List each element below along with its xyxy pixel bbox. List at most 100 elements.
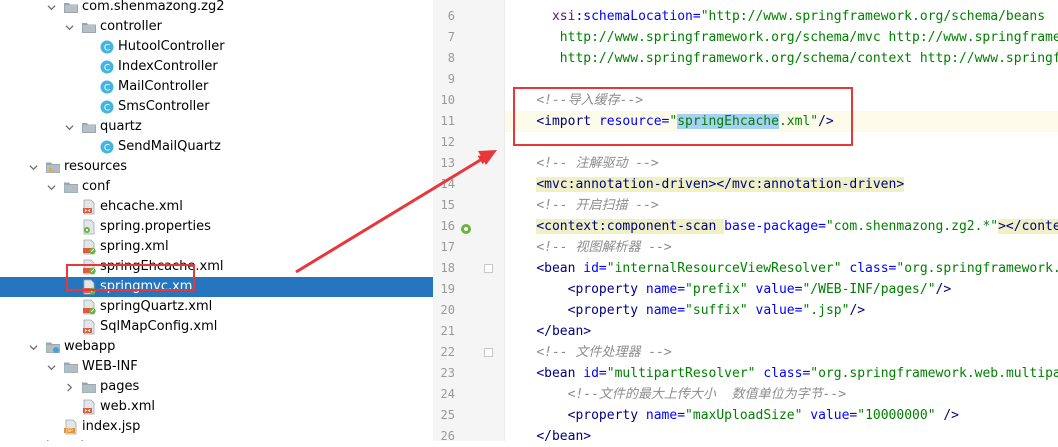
code-line[interactable]: <bean id="internalResourceViewResolver" … xyxy=(505,258,1058,279)
tree-item[interactable]: WEB-INF xyxy=(0,357,433,377)
web-folder-icon xyxy=(45,339,61,355)
code-token: id= xyxy=(583,261,607,276)
package-icon xyxy=(63,0,79,15)
tree-item[interactable]: webapp xyxy=(0,337,433,357)
code-line[interactable]: <property name="maxUploadSize" value="10… xyxy=(505,405,1058,426)
code-line[interactable]: xsi:schemaLocation="http://www.springfra… xyxy=(505,6,1058,27)
code-line[interactable] xyxy=(505,69,1058,90)
class-icon: C xyxy=(99,139,115,155)
folder-icon xyxy=(63,179,79,195)
code-editor[interactable]: xsi:schemaLocation="http://www.springfra… xyxy=(505,0,1058,441)
code-line[interactable]: </bean> xyxy=(505,426,1058,441)
package-icon xyxy=(81,19,97,35)
code-token: id= xyxy=(583,366,607,381)
code-line[interactable]: <import resource="springEhcache.xml"/> xyxy=(505,111,1058,132)
tree-item[interactable]: C SmsController xyxy=(0,97,433,117)
code-line[interactable]: <property name="prefix" value="/WEB-INF/… xyxy=(505,279,1058,300)
chevron-right-icon[interactable] xyxy=(63,381,75,393)
chevron-down-icon[interactable] xyxy=(45,1,57,13)
tree-item[interactable]: springmvc.xml xyxy=(0,277,433,297)
tree-item[interactable]: com.shenmazong.zg2 xyxy=(0,0,433,17)
tree-item-label: target xyxy=(46,437,86,441)
code-line[interactable]: <!--文件的最大上传大小 数值单位为字节--> xyxy=(505,384,1058,405)
tree-item-label: resources xyxy=(64,159,128,174)
line-number: 7 xyxy=(447,30,455,44)
tree-item[interactable]: C MailController xyxy=(0,77,433,97)
tree-item[interactable]: target xyxy=(0,437,433,441)
code-token: <import xyxy=(536,114,599,129)
code-line[interactable] xyxy=(505,132,1058,153)
tree-item-label: MailController xyxy=(118,79,209,94)
tree-item-label: web.xml xyxy=(100,399,155,414)
code-token: </bean> xyxy=(536,324,592,339)
code-line[interactable]: http://www.springframework.org/schema/mv… xyxy=(505,27,1058,48)
tree-item[interactable]: controller xyxy=(0,17,433,37)
tree-item[interactable]: resources xyxy=(0,157,433,177)
code-line[interactable]: http://www.springframework.org/schema/co… xyxy=(505,48,1058,69)
editor-gutter: 6 7 8 9 10 11 12 13 14 15 16 17 18 19 20 21 22 23 24 25 26 xyxy=(433,0,505,443)
tree-item[interactable]: spring.properties xyxy=(0,217,433,237)
tree-item[interactable]: ehcache.xml xyxy=(0,197,433,217)
folder-icon xyxy=(81,379,97,395)
spring-bean-gutter-icon[interactable] xyxy=(460,220,472,234)
code-token: "10000000" xyxy=(857,408,936,423)
tree-item-label: SqlMapConfig.xml xyxy=(100,319,218,334)
tree-item[interactable]: pages xyxy=(0,377,433,397)
line-number: 8 xyxy=(447,51,455,65)
code-line[interactable]: </bean> xyxy=(505,321,1058,342)
tree-item[interactable]: web.xml xyxy=(0,397,433,417)
tree-item[interactable]: C SendMailQuartz xyxy=(0,137,433,157)
tree-item[interactable]: quartz xyxy=(0,117,433,137)
chevron-down-icon[interactable] xyxy=(27,341,39,353)
chevron-down-icon[interactable] xyxy=(63,21,75,33)
code-line[interactable]: <!-- 注解驱动 --> xyxy=(505,153,1058,174)
code-token: <!-- 注解驱动 --> xyxy=(536,156,659,171)
code-token: "com.shenmazong.zg2.*" xyxy=(825,219,999,234)
chevron-down-icon[interactable] xyxy=(27,161,39,173)
chevron-down-icon[interactable] xyxy=(45,181,57,193)
tree-item[interactable]: JSP index.jsp xyxy=(0,417,433,437)
code-token: "http://www.springframework.org/schema/b… xyxy=(700,9,1046,24)
tree-item[interactable]: C IndexController xyxy=(0,57,433,77)
svg-text:C: C xyxy=(104,44,110,54)
code-line[interactable]: <bean id="multipartResolver" class="org.… xyxy=(505,363,1058,384)
tree-item[interactable]: spring.xml xyxy=(0,237,433,257)
code-token: <!-- 文件处理器 --> xyxy=(536,345,672,360)
code-token: <property xyxy=(567,303,646,318)
code-token: "suffix" xyxy=(685,303,756,318)
properties-file-icon xyxy=(81,219,97,235)
tree-item[interactable]: springQuartz.xml xyxy=(0,297,433,317)
fold-marker-icon[interactable] xyxy=(484,348,493,357)
code-line[interactable]: <mvc:annotation-driven></mvc:annotation-… xyxy=(505,174,1058,195)
chevron-down-icon[interactable] xyxy=(63,121,75,133)
tree-item[interactable]: C HutoolController xyxy=(0,37,433,57)
fold-marker-icon[interactable] xyxy=(484,264,493,273)
code-line[interactable]: <!--导入缓存--> xyxy=(505,90,1058,111)
class-icon: C xyxy=(99,99,115,115)
tree-item-label: ehcache.xml xyxy=(100,199,183,214)
project-tree[interactable]: com.shenmazong.zg2 controller C HutoolContr… xyxy=(0,0,433,441)
code-token: <!--导入缓存--> xyxy=(536,93,644,108)
tree-item-label: com.shenmazong.zg2 xyxy=(82,0,225,14)
code-token: <bean xyxy=(536,261,584,276)
code-line[interactable]: <context:component-scan base-package="co… xyxy=(505,216,1058,237)
code-token: "org.springframework.web.servlet.view.In… xyxy=(896,261,1058,276)
line-number: 21 xyxy=(440,324,455,338)
tree-item[interactable]: conf xyxy=(0,177,433,197)
tree-item[interactable]: springEhcache.xml xyxy=(0,257,433,277)
chevron-down-icon[interactable] xyxy=(45,361,57,373)
code-line[interactable]: <!-- 文件处理器 --> xyxy=(505,342,1058,363)
code-line[interactable]: <!-- 开启扫描 --> xyxy=(505,195,1058,216)
code-line[interactable]: <property name="suffix" value=".jsp"/> xyxy=(505,300,1058,321)
code-token: <property xyxy=(567,408,646,423)
code-token: http://www.springframework.org/schema/co… xyxy=(559,51,1058,66)
tree-item[interactable]: SqlMapConfig.xml xyxy=(0,317,433,337)
code-line[interactable]: <!-- 视图解析器 --> xyxy=(505,237,1058,258)
